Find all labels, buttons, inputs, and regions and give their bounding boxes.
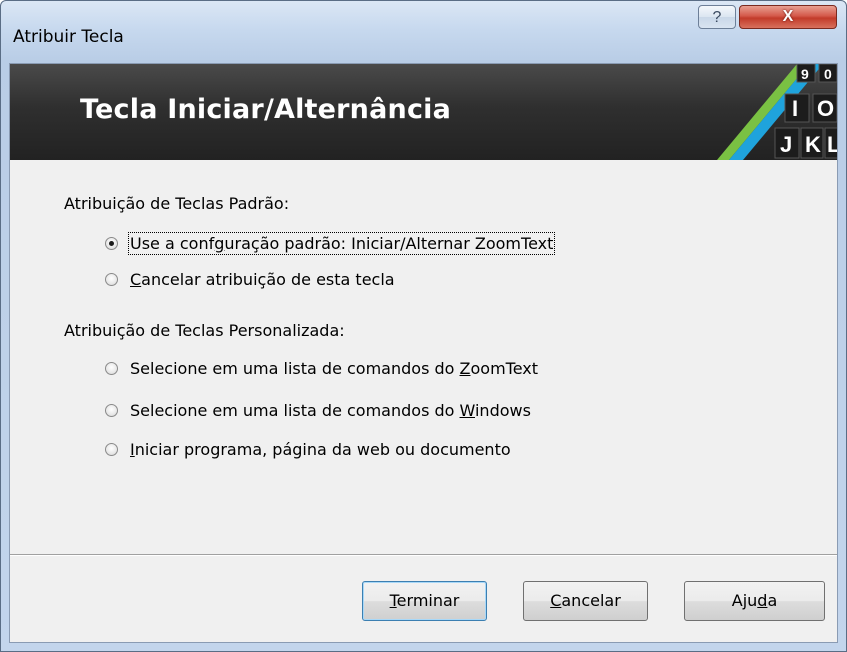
key-o: O xyxy=(817,96,834,121)
key-j: J xyxy=(780,132,792,157)
radio-button[interactable] xyxy=(105,443,118,456)
radio-button[interactable] xyxy=(105,273,118,286)
option-label: Cancelar atribuição de esta tecla xyxy=(130,270,395,289)
banner-title: Tecla Iniciar/Alternância xyxy=(80,94,452,125)
option-label: Selecione em uma lista de comandos do Zo… xyxy=(130,359,539,378)
window-title: Atribuir Tecla xyxy=(13,27,124,47)
option-label: Use a confguração padrão: Iniciar/Altern… xyxy=(127,232,556,255)
help-button[interactable]: Ajuda xyxy=(684,581,825,621)
key-0: 0 xyxy=(824,66,832,82)
radio-button[interactable] xyxy=(105,237,118,250)
key-9: 9 xyxy=(801,66,809,82)
default-assignment-label: Atribuição de Teclas Padrão: xyxy=(64,194,290,213)
title-bar[interactable]: Atribuir Tecla ? X xyxy=(1,1,846,63)
option-label: Selecione em uma lista de comandos do Wi… xyxy=(130,401,531,420)
key-k: K xyxy=(805,132,821,157)
help-title-button[interactable]: ? xyxy=(698,5,736,29)
radio-button[interactable] xyxy=(105,362,118,375)
close-button[interactable]: X xyxy=(739,5,837,29)
key-l: L xyxy=(827,132,837,157)
option-label: Iniciar programa, página da web ou docum… xyxy=(130,440,511,459)
key-i: I xyxy=(792,96,798,121)
dialog-content: Tecla Iniciar/Alternância 9 0 I O J K At… xyxy=(9,63,838,643)
header-banner: Tecla Iniciar/Alternância 9 0 I O J K xyxy=(10,64,837,160)
dialog-window: Atribuir Tecla ? X Tecla Iniciar/Alternâ… xyxy=(0,0,847,652)
cancel-button[interactable]: Cancelar xyxy=(523,581,648,621)
question-mark-icon: ? xyxy=(712,9,722,26)
close-icon: X xyxy=(782,8,794,25)
finish-button[interactable]: Terminar xyxy=(362,581,487,621)
radio-button[interactable] xyxy=(105,404,118,417)
keyboard-keys-logo: 9 0 I O J K L xyxy=(717,64,837,160)
custom-assignment-label: Atribuição de Teclas Personalizada: xyxy=(64,321,345,340)
footer-divider xyxy=(10,554,837,556)
